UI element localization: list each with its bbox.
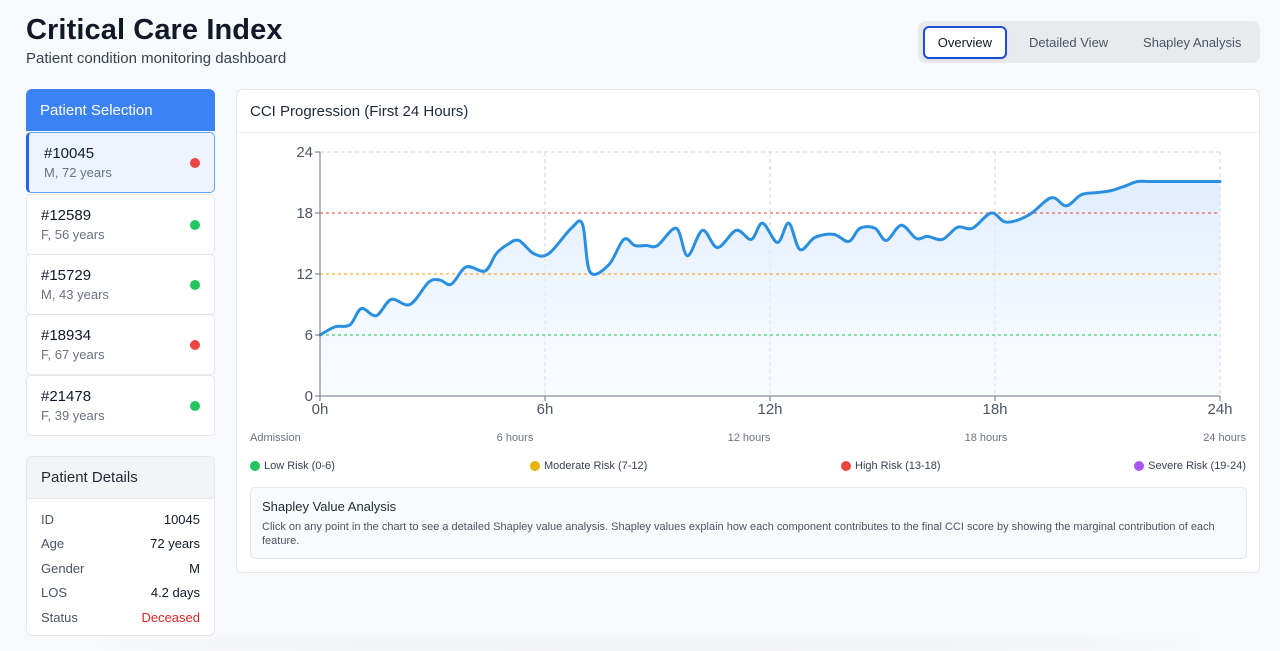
detail-row-status: Status Deceased — [41, 607, 200, 627]
status-dot — [190, 340, 200, 350]
detail-label: Status — [41, 609, 78, 625]
detail-value: 10045 — [163, 511, 200, 527]
patient-id: #21478 — [41, 388, 92, 405]
status-dot — [190, 158, 200, 168]
patient-id: #15729 — [41, 267, 92, 284]
x-tick-label: 6h — [537, 401, 554, 418]
y-tick-label: 18 — [296, 205, 313, 222]
tab-detailed-view[interactable]: Detailed View — [1009, 26, 1129, 59]
status-dot — [190, 280, 200, 290]
time-label: 6 hours — [496, 432, 534, 444]
detail-value: 4.2 days — [150, 584, 200, 600]
patient-id: #12589 — [41, 207, 92, 224]
shapley-info-box: Shapley Value Analysis Click on any poin… — [250, 487, 1247, 559]
patient-card[interactable]: #18934 F, 67 years — [26, 314, 215, 375]
detail-label: Age — [41, 535, 65, 551]
patient-selection-panel: Patient Selection #10045 M, 72 years #1258… — [26, 89, 215, 436]
page-title: Critical Care Index — [26, 14, 283, 46]
status-dot — [190, 220, 200, 230]
detail-row-gender: Gender M — [41, 558, 200, 578]
legend-label: Severe Risk (19-24) — [1148, 460, 1246, 472]
page-subtitle: Patient condition monitoring dashboard — [26, 50, 287, 67]
patient-meta: M, 72 years — [44, 165, 112, 180]
detail-label: LOS — [41, 584, 68, 600]
patient-selection-title: Patient Selection — [26, 89, 215, 131]
time-label: Admission — [250, 432, 301, 444]
legend-item: Severe Risk (19-24) — [1134, 460, 1246, 472]
x-tick-label: 18h — [982, 401, 1007, 418]
legend-dot — [250, 461, 260, 471]
patient-meta: F, 39 years — [41, 408, 105, 423]
tab-overview[interactable]: Overview — [923, 25, 1007, 59]
legend-dot — [841, 461, 851, 471]
legend-dot — [1134, 461, 1145, 471]
patient-card[interactable]: #10045 M, 72 years — [26, 132, 215, 193]
patient-id: #18934 — [41, 327, 92, 344]
y-tick-label: 24 — [296, 144, 313, 161]
detail-value: Deceased — [141, 609, 200, 625]
time-label: 24 hours — [1203, 432, 1246, 444]
time-label: 12 hours — [727, 432, 771, 444]
x-tick-label: 12h — [757, 401, 782, 418]
view-tabs: Overview Detailed View Shapley Analysis — [918, 21, 1260, 63]
patient-meta: F, 67 years — [41, 347, 105, 362]
patient-card[interactable]: #15729 M, 43 years — [26, 254, 215, 315]
legend-item: Low Risk (0-6) — [250, 460, 335, 472]
detail-value: 72 years — [150, 535, 200, 551]
detail-value: M — [189, 560, 200, 576]
detail-row-age: Age 72 years — [41, 533, 200, 553]
time-label: 18 hours — [964, 432, 1008, 444]
detail-row-id: ID 10045 — [41, 509, 200, 529]
patient-card[interactable]: #12589 F, 56 years — [26, 194, 215, 255]
patient-meta: M, 43 years — [41, 287, 109, 302]
x-tick-label: 0h — [312, 401, 329, 418]
y-tick-label: 6 — [305, 327, 313, 344]
page-bottom-shadow — [100, 636, 1200, 651]
legend-dot — [530, 461, 540, 471]
shapley-description: Click on any point in the chart to see a… — [262, 521, 1215, 547]
y-tick-label: 12 — [296, 266, 313, 283]
legend-label: High Risk (13-18) — [855, 460, 941, 472]
chart-panel: CCI Progression (First 24 Hours) 0 6 12 18 2… — [236, 89, 1260, 573]
legend-item: Moderate Risk (7-12) — [530, 460, 647, 472]
detail-row-los: LOS 4.2 days — [41, 582, 200, 602]
tab-shapley-analysis[interactable]: Shapley Analysis — [1128, 26, 1256, 59]
legend-label: Moderate Risk (7-12) — [544, 460, 648, 472]
detail-label: Gender — [41, 560, 85, 576]
patient-details-panel: Patient Details ID 10045 Age 72 years Gender… — [26, 456, 215, 636]
detail-label: ID — [41, 511, 54, 527]
legend-label: Low Risk (0-6) — [264, 460, 335, 472]
cci-chart[interactable]: 061218240h 6h 12h 18h 24h — [237, 90, 1261, 430]
x-tick-label: 24h — [1207, 401, 1232, 418]
patient-card[interactable]: #21478 F, 39 years — [26, 375, 215, 436]
shapley-title: Shapley Value Analysis — [262, 499, 397, 514]
patient-details-title: Patient Details — [27, 457, 214, 499]
status-dot — [190, 401, 200, 411]
legend-item: High Risk (13-18) — [841, 460, 941, 472]
patient-id: #10045 — [44, 145, 95, 162]
patient-meta: F, 56 years — [41, 227, 105, 242]
